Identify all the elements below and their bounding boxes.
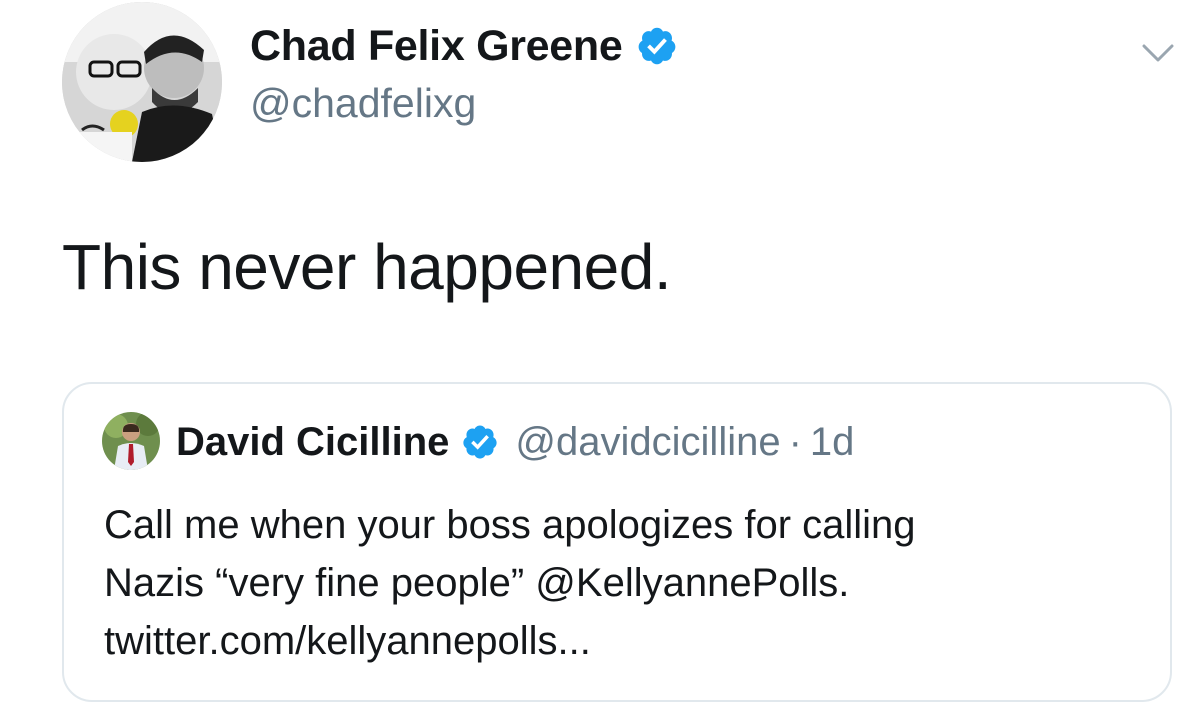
verified-badge-icon <box>463 425 498 459</box>
quoted-tweet-card[interactable]: David Cicilline @davidcicilline · 1d Cal… <box>62 382 1172 702</box>
quoted-timestamp[interactable]: 1d <box>810 420 855 465</box>
quoted-text-line: Call me when your boss apologizes for ca… <box>104 503 916 547</box>
quoted-tweet-text: Call me when your boss apologizes for ca… <box>104 496 1144 670</box>
quoted-header: David Cicilline @davidcicilline · 1d <box>176 414 854 470</box>
chevron-down-icon[interactable] <box>1138 32 1178 72</box>
author-avatar[interactable] <box>62 2 222 162</box>
verified-badge-icon <box>639 27 676 65</box>
quoted-author-avatar[interactable] <box>102 412 160 470</box>
quoted-handle[interactable]: @davidcicilline <box>515 420 780 465</box>
quoted-text-line: Nazis “very fine people” @KellyannePolls… <box>104 561 850 605</box>
author-handle[interactable]: @chadfelixg <box>250 80 476 127</box>
quoted-link[interactable]: twitter.com/kellyannepolls... <box>104 612 1144 670</box>
avatar-photo <box>62 2 222 162</box>
quoted-avatar-photo <box>102 412 160 470</box>
dot-separator: · <box>788 419 802 464</box>
tweet-text: This never happened. <box>62 231 672 303</box>
quoted-display-name[interactable]: David Cicilline <box>176 420 449 465</box>
author-display-name[interactable]: Chad Felix Greene <box>250 22 623 71</box>
author-name-row: Chad Felix Greene <box>250 18 678 74</box>
